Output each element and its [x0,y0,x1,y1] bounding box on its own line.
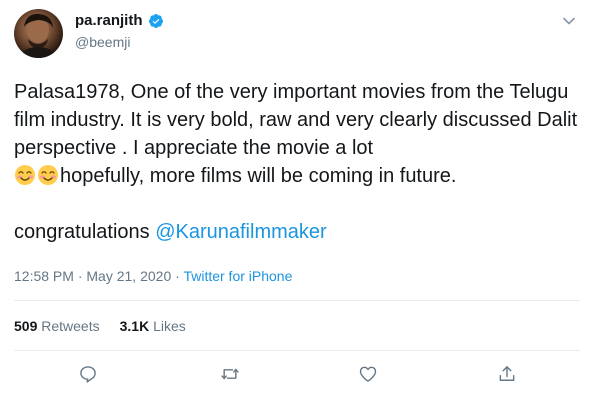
reply-button[interactable] [77,365,99,387]
verified-badge-icon [148,13,164,29]
tweet-meta: 12:58 PM · May 21, 2020 · Twitter for iP… [14,267,292,285]
tweet-stats: 509 Retweets 3.1K Likes [14,317,206,335]
author-name-row[interactable]: pa.ranjith [75,12,164,30]
chevron-down-icon[interactable] [562,14,576,28]
share-icon [497,364,517,389]
likes-stat[interactable]: 3.1K Likes [120,318,186,334]
likes-count: 3.1K [119,318,150,334]
retweet-icon [220,364,240,389]
avatar[interactable] [14,9,63,58]
tweet-date[interactable]: May 21, 2020 [86,268,171,284]
retweet-button[interactable] [219,365,241,387]
share-button[interactable] [496,365,518,387]
reply-icon [78,364,98,389]
retweets-count: 509 [14,318,38,334]
retweets-label: Retweets [41,318,100,334]
tweet-body-text: Palasa1978, One of the very important mo… [14,81,578,159]
tweet-paragraph: Palasa1978, One of the very important mo… [14,78,580,190]
tweet-paragraph: congratulations @Karunafilmmaker [14,218,580,246]
divider [14,300,580,301]
mention-link[interactable]: @Karunafilmmaker [155,221,326,243]
tweet-actions [0,365,592,389]
meta-separator: · [171,268,184,284]
tweet-time[interactable]: 12:58 PM [14,268,74,284]
likes-label: Likes [153,318,186,334]
like-button[interactable] [357,365,379,387]
retweets-stat[interactable]: 509 Retweets [14,318,100,334]
heart-icon [358,364,378,389]
tweet-text: Palasa1978, One of the very important mo… [14,78,580,246]
display-name[interactable]: pa.ranjith [75,12,143,30]
divider [14,350,580,351]
smiling-face-emoji-icon [37,164,59,186]
tweet-source-link[interactable]: Twitter for iPhone [183,268,292,284]
meta-separator: · [73,268,87,284]
tweet-body-text-continued: hopefully, more films will be coming in … [60,165,457,187]
author-handle[interactable]: @beemji [75,33,130,51]
smiling-face-emoji-icon [14,164,36,186]
tweet-congrats-text: congratulations [14,221,156,243]
